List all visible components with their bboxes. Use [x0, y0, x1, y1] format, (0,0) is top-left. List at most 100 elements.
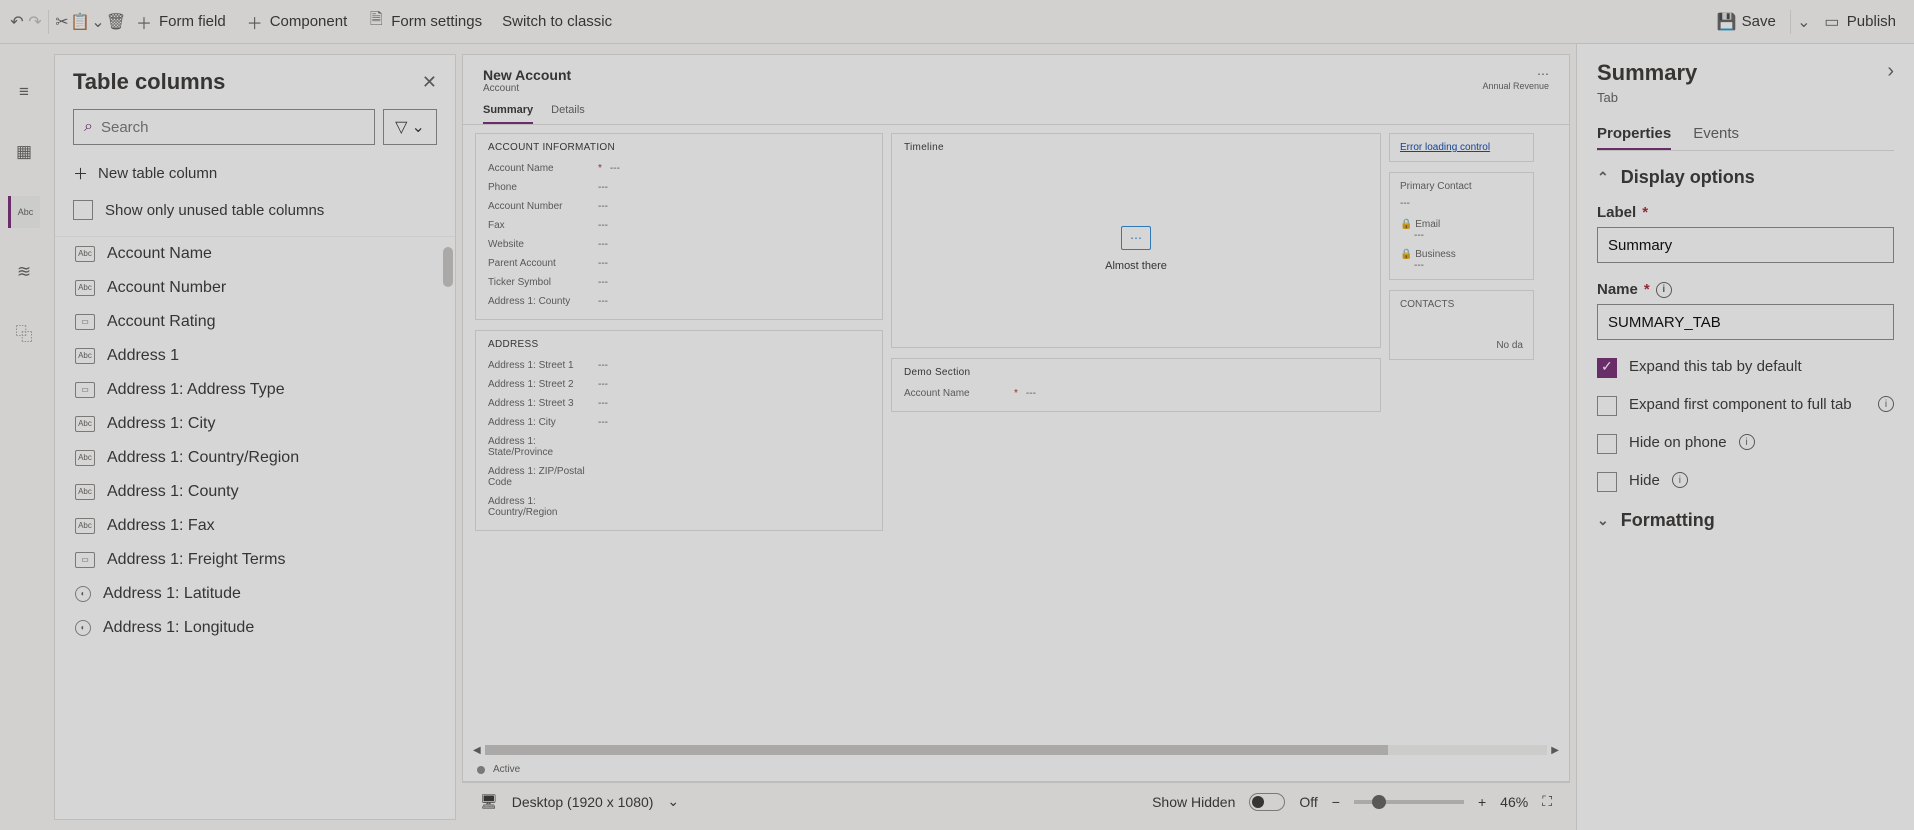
form-field-row[interactable]: Account Number---	[488, 197, 870, 216]
fit-icon[interactable]: ⛶	[1542, 793, 1552, 810]
paste-icon[interactable]: 📋	[71, 13, 89, 31]
column-label: Address 1: Longitude	[103, 619, 254, 637]
form-field-row[interactable]: Address 1: County---	[488, 292, 870, 311]
column-item[interactable]: ◐Address 1: Latitude	[55, 577, 455, 611]
components-icon[interactable]: ▦	[8, 136, 40, 168]
type-icon: ▭	[75, 314, 95, 330]
form-field-row[interactable]: Address 1: Street 3---	[488, 394, 870, 413]
address-section[interactable]: ADDRESS Address 1: Street 1---Address 1:…	[475, 330, 883, 531]
save-button[interactable]: 💾Save	[1708, 7, 1786, 37]
form-field-row[interactable]: Fax---	[488, 216, 870, 235]
chevron-right-icon[interactable]: ›	[1887, 60, 1894, 83]
add-component-button[interactable]: ＋Component	[236, 7, 358, 37]
type-icon: Abc	[75, 348, 95, 364]
zoom-in-button[interactable]: +	[1478, 794, 1486, 810]
column-item[interactable]: AbcAddress 1: County	[55, 475, 455, 509]
form-field-row[interactable]: Ticker Symbol---	[488, 273, 870, 292]
chevron-down-icon[interactable]: ⌄	[667, 793, 679, 810]
show-hidden-toggle[interactable]	[1249, 793, 1285, 811]
form-field-row[interactable]: Address 1: Street 1---	[488, 356, 870, 375]
form-field-row[interactable]: Address 1: City---	[488, 413, 870, 432]
panel-title: Table columns	[73, 69, 225, 95]
form-field-row[interactable]: Address 1: ZIP/Postal Code	[488, 462, 870, 492]
delete-icon[interactable]: 🗑	[107, 13, 125, 31]
device-icon: 🖥	[480, 793, 498, 810]
column-label: Account Name	[107, 245, 212, 263]
column-item[interactable]: AbcAddress 1: Fax	[55, 509, 455, 543]
zoom-slider[interactable]	[1354, 800, 1464, 804]
form-subtitle: Account	[483, 83, 571, 94]
publish-button[interactable]: ▭Publish	[1813, 7, 1906, 37]
tree-icon[interactable]: ⿻	[8, 316, 40, 348]
column-item[interactable]: Abc Account Name	[55, 237, 455, 271]
close-icon[interactable]: ✕	[422, 72, 437, 93]
timeline-section[interactable]: Timeline ⋯ Almost there	[891, 133, 1381, 348]
filter-button[interactable]: ▽⌄	[383, 109, 437, 145]
form-field-row[interactable]: Address 1: Country/Region	[488, 492, 870, 522]
info-icon[interactable]: i	[1672, 472, 1688, 488]
form-field-row[interactable]: Phone---	[488, 178, 870, 197]
show-unused-checkbox[interactable]: Show only unused table columns	[55, 196, 455, 236]
cut-icon[interactable]: ✂	[53, 13, 71, 31]
type-icon: Abc	[75, 246, 95, 262]
layers-icon[interactable]: ≋	[8, 256, 40, 288]
status-bar: Active	[477, 764, 520, 775]
chevron-down-icon[interactable]: ⌄	[89, 13, 107, 31]
add-form-field-button[interactable]: ＋Form field	[125, 7, 236, 37]
tab-details[interactable]: Details	[551, 100, 585, 124]
chevron-down-icon: ⌄	[1597, 512, 1609, 529]
tab-events[interactable]: Events	[1693, 119, 1739, 150]
tab-summary[interactable]: Summary	[483, 100, 533, 124]
switch-classic-button[interactable]: Switch to classic	[492, 7, 622, 36]
search-icon: ⌕	[84, 118, 93, 136]
info-icon[interactable]: i	[1878, 396, 1894, 412]
form-field-row[interactable]: Parent Account---	[488, 254, 870, 273]
scrollbar[interactable]	[443, 247, 453, 287]
column-item[interactable]: AbcAddress 1: City	[55, 407, 455, 441]
column-item[interactable]: ▭ Account Rating	[55, 305, 455, 339]
error-control[interactable]: Error loading control	[1389, 133, 1534, 162]
form-field-row[interactable]: Address 1: Street 2---	[488, 375, 870, 394]
column-item[interactable]: ▭Address 1: Freight Terms	[55, 543, 455, 577]
new-table-column-button[interactable]: ＋New table column	[55, 159, 455, 196]
desktop-size[interactable]: Desktop (1920 x 1080)	[512, 794, 654, 810]
primary-contact-section[interactable]: Primary Contact --- 🔒 Email --- 🔒 Busine…	[1389, 172, 1534, 280]
column-item[interactable]: ◐Address 1: Longitude	[55, 611, 455, 645]
undo-icon[interactable]: ↶	[8, 13, 26, 31]
form-field-row[interactable]: Account Name*---	[488, 159, 870, 178]
column-label: Account Rating	[107, 313, 216, 331]
expand-default-checkbox[interactable]: Expand this tab by default	[1597, 358, 1894, 378]
info-icon[interactable]: i	[1656, 282, 1672, 298]
form-field-row[interactable]: Website---	[488, 235, 870, 254]
column-item[interactable]: ▭Address 1: Address Type	[55, 373, 455, 407]
label-input[interactable]	[1597, 227, 1894, 263]
chevron-down-icon: ⌄	[411, 117, 424, 137]
type-icon: ◐	[75, 586, 91, 602]
column-item[interactable]: Abc Address 1	[55, 339, 455, 373]
column-item[interactable]: AbcAccount Number	[55, 271, 455, 305]
horizontal-scrollbar[interactable]: ◀ ▶	[473, 745, 1559, 755]
demo-section[interactable]: Demo Section Account Name*---	[891, 358, 1381, 412]
info-icon[interactable]: i	[1739, 434, 1755, 450]
search-input[interactable]: ⌕	[73, 109, 375, 145]
redo-icon[interactable]: ↷	[26, 13, 44, 31]
form-field-row[interactable]: Address 1: State/Province	[488, 432, 870, 462]
contacts-section[interactable]: CONTACTS No da	[1389, 290, 1534, 360]
hide-checkbox[interactable]: Hidei	[1597, 472, 1894, 492]
columns-icon[interactable]: Abc	[8, 196, 40, 228]
tab-properties[interactable]: Properties	[1597, 119, 1671, 150]
column-label: Account Number	[107, 279, 226, 297]
display-options-header[interactable]: ⌃Display options	[1597, 167, 1894, 188]
zoom-out-button[interactable]: −	[1332, 794, 1340, 810]
form-field-row[interactable]: Account Name*---	[904, 384, 1368, 403]
expand-full-checkbox[interactable]: Expand first component to full tabi	[1597, 396, 1894, 416]
hide-phone-checkbox[interactable]: Hide on phonei	[1597, 434, 1894, 454]
account-info-section[interactable]: ACCOUNT INFORMATION Account Name*---Phon…	[475, 133, 883, 320]
form-settings-button[interactable]: 🗎Form settings	[357, 7, 492, 37]
formatting-header[interactable]: ⌄Formatting	[1597, 510, 1894, 531]
hamburger-icon[interactable]: ≡	[8, 76, 40, 108]
column-label: Address 1	[107, 347, 179, 365]
chevron-down-icon[interactable]: ⌄	[1795, 13, 1813, 31]
column-item[interactable]: AbcAddress 1: Country/Region	[55, 441, 455, 475]
name-input[interactable]	[1597, 304, 1894, 340]
